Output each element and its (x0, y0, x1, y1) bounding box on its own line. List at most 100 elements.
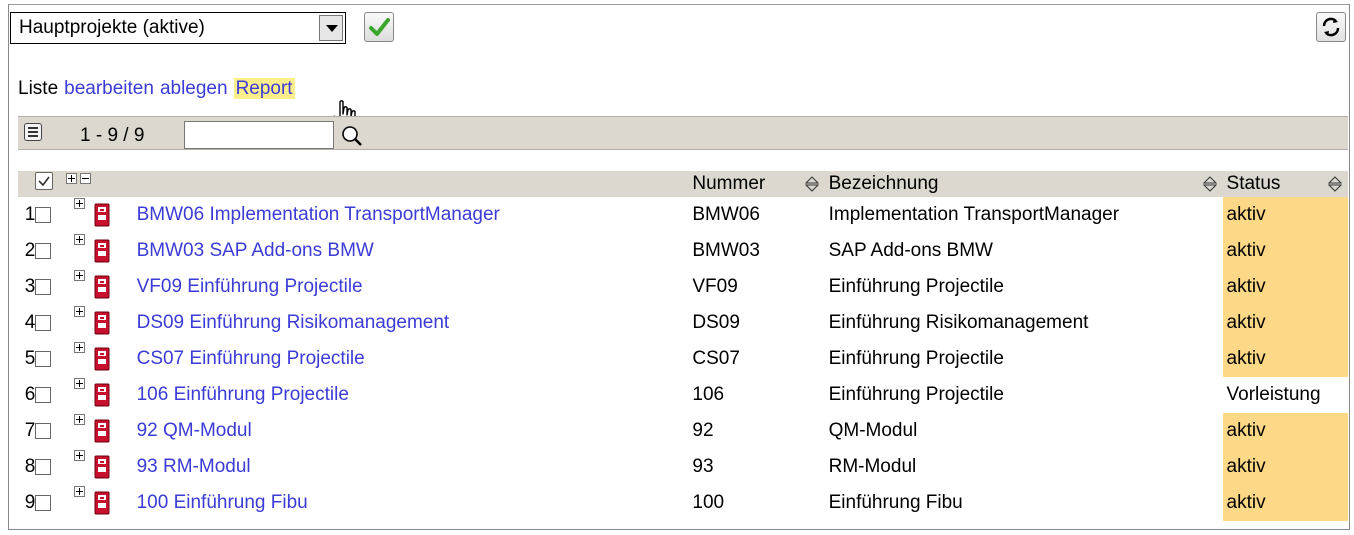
project-title: Einführung Risikomanagement (828, 312, 1089, 333)
collapse-all-icon[interactable] (79, 173, 91, 184)
status-cell: aktiv (1222, 269, 1348, 305)
column-number-label: Nummer (692, 173, 766, 194)
table-row[interactable]: 8 93 RM-Modul 93 RM-Modul aktiv (18, 449, 1348, 485)
select-all-checkbox[interactable] (35, 172, 54, 190)
row-checkbox[interactable] (35, 350, 52, 367)
project-icon (94, 311, 110, 335)
project-filter-select[interactable]: Hauptprojekte (aktive) (10, 12, 346, 44)
row-index: 8 (24, 456, 36, 477)
row-index: 6 (24, 384, 36, 405)
table-row[interactable]: 5 CS07 Einführung Projectile CS07 Einführun… (18, 341, 1348, 377)
project-number: DS09 (692, 312, 740, 333)
project-title: RM-Modul (828, 456, 917, 477)
file-link[interactable]: ablegen (160, 78, 228, 99)
row-checkbox[interactable] (35, 494, 52, 511)
expand-row-icon[interactable] (73, 234, 85, 245)
project-name-link[interactable]: BMW06 Implementation TransportManager (133, 197, 689, 233)
row-checkbox[interactable] (35, 278, 52, 295)
status-cell: aktiv (1222, 449, 1348, 485)
sort-icon[interactable] (804, 176, 819, 192)
project-name-link[interactable]: DS09 Einführung Risikomanagement (133, 305, 689, 341)
report-link[interactable]: Report (233, 78, 295, 99)
expand-row-icon[interactable] (73, 414, 85, 425)
expand-row-icon[interactable] (73, 306, 85, 317)
row-index: 3 (24, 276, 36, 297)
table-row[interactable]: 1 BMW06 Implementation TransportManager BM… (18, 197, 1348, 233)
expand-row-icon[interactable] (73, 342, 85, 353)
quick-search-input[interactable] (184, 121, 334, 149)
project-number: VF09 (692, 276, 738, 297)
project-number: 92 (692, 420, 714, 441)
expand-row-icon[interactable] (73, 198, 85, 209)
column-title-label: Bezeichnung (828, 173, 939, 194)
row-index: 7 (24, 420, 36, 441)
project-name-link[interactable]: CS07 Einführung Projectile (133, 341, 689, 377)
project-icon (94, 275, 110, 299)
column-header-number[interactable]: Nummer (688, 171, 825, 197)
expand-row-icon[interactable] (73, 450, 85, 461)
table-row[interactable]: 7 92 QM-Modul 92 QM-Modul aktiv (18, 413, 1348, 449)
row-checkbox[interactable] (35, 314, 52, 331)
project-title: Einführung Projectile (828, 276, 1004, 297)
table-row[interactable]: 6 106 Einführung Projectile 106 Einführung … (18, 377, 1348, 413)
project-name-link[interactable]: 93 RM-Modul (133, 449, 689, 485)
project-name-link[interactable]: 92 QM-Modul (133, 413, 689, 449)
search-icon[interactable] (341, 125, 363, 147)
expand-all-icon[interactable] (65, 173, 77, 184)
column-header-title[interactable]: Bezeichnung (824, 171, 1223, 197)
status-cell: aktiv (1222, 233, 1348, 269)
status-cell: aktiv (1222, 413, 1348, 449)
status-cell: aktiv (1222, 197, 1348, 233)
expand-row-icon[interactable] (73, 378, 85, 389)
status-cell: aktiv (1222, 485, 1348, 521)
project-name-link[interactable]: BMW03 SAP Add-ons BMW (133, 233, 689, 269)
sort-icon[interactable] (1202, 176, 1217, 192)
project-name-link[interactable]: 106 Einführung Projectile (133, 377, 689, 413)
apply-filter-button[interactable] (364, 12, 394, 42)
list-label: Liste (18, 78, 59, 99)
status-cell: Vorleistung (1222, 377, 1348, 413)
project-name-link[interactable]: 100 Einführung Fibu (133, 485, 689, 521)
table-row[interactable]: 3 VF09 Einführung Projectile VF09 Einführun… (18, 269, 1348, 305)
project-icon (94, 239, 110, 263)
list-options-icon[interactable] (24, 123, 42, 141)
project-name-link[interactable]: VF09 Einführung Projectile (133, 269, 689, 305)
checkmark-icon (369, 18, 390, 36)
project-icon (94, 383, 110, 407)
table-row[interactable]: 4 DS09 Einführung Risikomanagement DS09 Ein… (18, 305, 1348, 341)
project-title: Implementation TransportManager (828, 204, 1120, 225)
column-status-label: Status (1226, 173, 1281, 194)
row-index: 1 (24, 204, 36, 225)
project-title: Einführung Projectile (828, 348, 1004, 369)
refresh-button[interactable] (1316, 12, 1346, 42)
project-number: CS07 (692, 348, 740, 369)
select-all-cell (35, 171, 66, 197)
pager-bar: 1 - 9 / 9 (18, 116, 1348, 150)
row-checkbox[interactable] (35, 458, 52, 475)
status-cell: aktiv (1222, 341, 1348, 377)
row-checkbox[interactable] (35, 422, 52, 439)
project-number: 100 (692, 492, 725, 513)
row-index: 2 (24, 240, 36, 261)
edit-link[interactable]: bearbeiten (64, 78, 154, 99)
project-title: Einführung Projectile (828, 384, 1004, 405)
project-number: BMW06 (692, 204, 760, 225)
dropdown-arrow-icon[interactable] (319, 15, 343, 41)
expand-row-icon[interactable] (73, 270, 85, 281)
table-row[interactable]: 9 100 Einführung Fibu 100 Einführung Fibu ak… (18, 485, 1348, 521)
status-cell: aktiv (1222, 305, 1348, 341)
row-index: 5 (24, 348, 36, 369)
list-actions: Liste bearbeiten ablegen Report (18, 78, 301, 100)
row-checkbox[interactable] (35, 386, 52, 403)
expand-row-icon[interactable] (73, 486, 85, 497)
column-header-status[interactable]: Status (1222, 171, 1348, 197)
project-title: Einführung Fibu (828, 492, 963, 513)
project-number: 106 (692, 384, 725, 405)
project-number: 93 (692, 456, 714, 477)
project-table: Nummer Bezeichnung Status 1 BMW06 Impleme… (18, 171, 1348, 521)
sort-icon[interactable] (1328, 176, 1342, 192)
row-checkbox[interactable] (35, 242, 52, 259)
table-row[interactable]: 2 BMW03 SAP Add-ons BMW BMW03 SAP Add-ons B… (18, 233, 1348, 269)
row-checkbox[interactable] (35, 206, 52, 223)
project-filter-value: Hauptprojekte (aktive) (19, 17, 205, 38)
